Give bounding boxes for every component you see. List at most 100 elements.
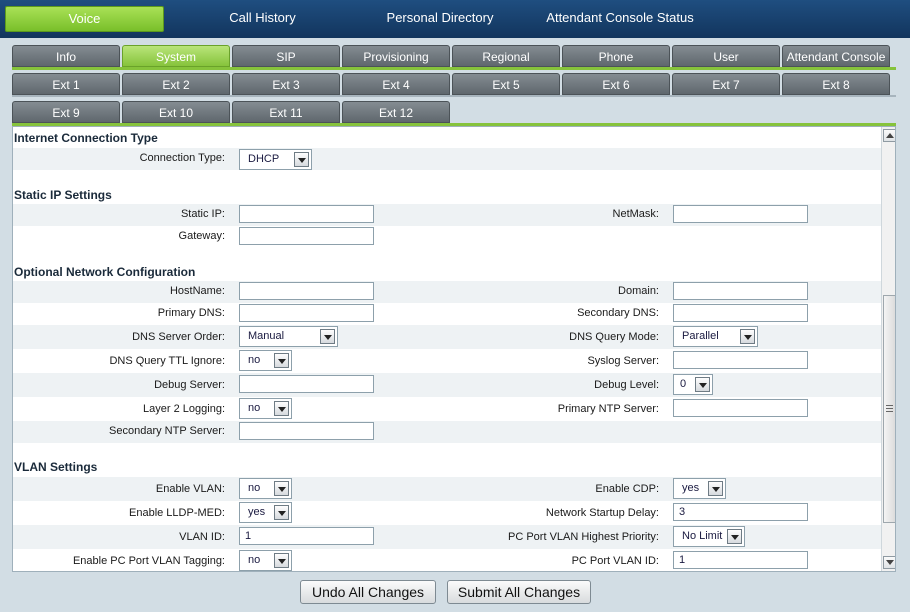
- tab-ext-12[interactable]: Ext 12: [342, 101, 450, 123]
- dns-ttl-ignore-label: DNS Query TTL Ignore:: [109, 355, 225, 367]
- chevron-down-icon: [727, 529, 742, 544]
- dns-ttl-ignore-select[interactable]: no: [239, 350, 292, 371]
- row-layer2-ntp: Layer 2 Logging: no Primary NTP Server:: [13, 397, 881, 421]
- static-ip-input[interactable]: [239, 205, 374, 223]
- row-lldp-delay: Enable LLDP-MED: yes Network Startup Del…: [13, 501, 881, 525]
- static-ip-label: Static IP:: [180, 208, 225, 220]
- chevron-down-icon: [274, 505, 289, 520]
- tab-ext-11[interactable]: Ext 11: [232, 101, 340, 123]
- enable-lldp-select[interactable]: yes: [239, 502, 292, 523]
- row-pc-vlan: Enable PC Port VLAN Tagging: no PC Port …: [13, 549, 881, 571]
- chevron-down-icon: [274, 481, 289, 496]
- chevron-down-icon: [274, 553, 289, 568]
- vertical-scrollbar[interactable]: [881, 127, 895, 571]
- tab-divider: [12, 67, 896, 70]
- domain-label: Domain:: [618, 285, 659, 297]
- row-vlan-id: VLAN ID: 1 PC Port VLAN Highest Priority…: [13, 525, 881, 549]
- chevron-down-icon: [708, 481, 723, 496]
- debug-level-select[interactable]: 0: [673, 374, 713, 395]
- row-dns: Primary DNS: Secondary DNS:: [13, 303, 881, 325]
- debug-server-input[interactable]: [239, 375, 374, 393]
- secondary-dns-label: Secondary DNS:: [577, 307, 659, 319]
- nav-call-history[interactable]: Call History: [205, 6, 320, 30]
- chevron-down-icon: [695, 377, 710, 392]
- primary-ntp-input[interactable]: [673, 399, 808, 417]
- section-heading-static-ip: Static IP Settings: [14, 188, 112, 202]
- tab-ext-8[interactable]: Ext 8: [782, 73, 890, 95]
- debug-level-label: Debug Level:: [594, 379, 659, 391]
- tab-attendant-console[interactable]: Attendant Console: [782, 45, 890, 67]
- secondary-ntp-label: Secondary NTP Server:: [109, 425, 225, 437]
- row-connection-type: Connection Type: DHCP: [13, 148, 881, 170]
- chevron-down-icon: [274, 353, 289, 368]
- row-secondary-ntp: Secondary NTP Server:: [13, 421, 881, 443]
- row-vlan-cdp: Enable VLAN: no Enable CDP: yes: [13, 477, 881, 501]
- row-gateway: Gateway:: [13, 226, 881, 248]
- nav-voice[interactable]: Voice: [5, 6, 164, 32]
- row-dns-order: DNS Server Order: Manual DNS Query Mode:…: [13, 325, 881, 349]
- netmask-input[interactable]: [673, 205, 808, 223]
- scroll-down-icon[interactable]: [883, 556, 895, 569]
- pc-vlan-id-input[interactable]: 1: [673, 551, 808, 569]
- gateway-input[interactable]: [239, 227, 374, 245]
- scrollbar-thumb[interactable]: [883, 295, 895, 523]
- layer2-logging-label: Layer 2 Logging:: [143, 403, 225, 415]
- tab-system[interactable]: System: [122, 45, 230, 67]
- enable-cdp-select[interactable]: yes: [673, 478, 726, 499]
- tab-phone[interactable]: Phone: [562, 45, 670, 67]
- section-heading-internet: Internet Connection Type: [14, 131, 158, 145]
- tab-ext-5[interactable]: Ext 5: [452, 73, 560, 95]
- dns-server-order-select[interactable]: Manual: [239, 326, 338, 347]
- secondary-ntp-input[interactable]: [239, 422, 374, 440]
- tab-ext-1[interactable]: Ext 1: [12, 73, 120, 95]
- enable-lldp-label: Enable LLDP-MED:: [129, 507, 225, 519]
- tab-regional[interactable]: Regional: [452, 45, 560, 67]
- tab-ext-7[interactable]: Ext 7: [672, 73, 780, 95]
- dns-query-mode-select[interactable]: Parallel: [673, 326, 758, 347]
- undo-all-changes-button[interactable]: Undo All Changes: [300, 580, 436, 604]
- domain-input[interactable]: [673, 282, 808, 300]
- tab-ext-4[interactable]: Ext 4: [342, 73, 450, 95]
- nav-personal-directory[interactable]: Personal Directory: [370, 6, 510, 30]
- row-hostname: HostName: Domain:: [13, 281, 881, 303]
- row-debug: Debug Server: Debug Level: 0: [13, 373, 881, 397]
- enable-vlan-label: Enable VLAN:: [155, 483, 225, 495]
- pc-vlan-priority-select[interactable]: No Limit: [673, 526, 745, 547]
- tab-ext-3[interactable]: Ext 3: [232, 73, 340, 95]
- syslog-server-input[interactable]: [673, 351, 808, 369]
- gateway-label: Gateway:: [178, 230, 225, 242]
- primary-dns-label: Primary DNS:: [157, 307, 225, 319]
- startup-delay-input[interactable]: 3: [673, 503, 808, 521]
- pc-vlan-tagging-label: Enable PC Port VLAN Tagging:: [72, 555, 225, 567]
- tab-ext-6[interactable]: Ext 6: [562, 73, 670, 95]
- tab-provisioning[interactable]: Provisioning: [342, 45, 450, 67]
- connection-type-label: Connection Type:: [139, 152, 225, 164]
- row-static-ip: Static IP: NetMask:: [13, 204, 881, 226]
- tab-ext-9[interactable]: Ext 9: [12, 101, 120, 123]
- vlan-id-input[interactable]: 1: [239, 527, 374, 545]
- tab-divider: [12, 95, 896, 97]
- submit-all-changes-button[interactable]: Submit All Changes: [447, 580, 591, 604]
- tab-user[interactable]: User: [672, 45, 780, 67]
- hostname-label: HostName:: [169, 285, 225, 297]
- tab-ext-10[interactable]: Ext 10: [122, 101, 230, 123]
- chevron-down-icon: [320, 329, 335, 344]
- secondary-dns-input[interactable]: [673, 304, 808, 322]
- connection-type-select[interactable]: DHCP: [239, 149, 312, 170]
- pc-vlan-priority-label: PC Port VLAN Highest Priority:: [508, 531, 659, 543]
- settings-panel: Internet Connection Type Connection Type…: [12, 126, 896, 572]
- tab-ext-2[interactable]: Ext 2: [122, 73, 230, 95]
- enable-vlan-select[interactable]: no: [239, 478, 292, 499]
- primary-ntp-label: Primary NTP Server:: [557, 403, 659, 415]
- dns-query-mode-label: DNS Query Mode:: [569, 331, 659, 343]
- section-heading-vlan: VLAN Settings: [14, 460, 98, 474]
- pc-vlan-tagging-select[interactable]: no: [239, 550, 292, 571]
- tab-sip[interactable]: SIP: [232, 45, 340, 67]
- scroll-up-icon[interactable]: [883, 129, 895, 142]
- primary-dns-input[interactable]: [239, 304, 374, 322]
- row-ttl-syslog: DNS Query TTL Ignore: no Syslog Server:: [13, 349, 881, 373]
- tab-info[interactable]: Info: [12, 45, 120, 67]
- hostname-input[interactable]: [239, 282, 374, 300]
- nav-attendant-console-status[interactable]: Attendant Console Status: [535, 6, 705, 30]
- layer2-logging-select[interactable]: no: [239, 398, 292, 419]
